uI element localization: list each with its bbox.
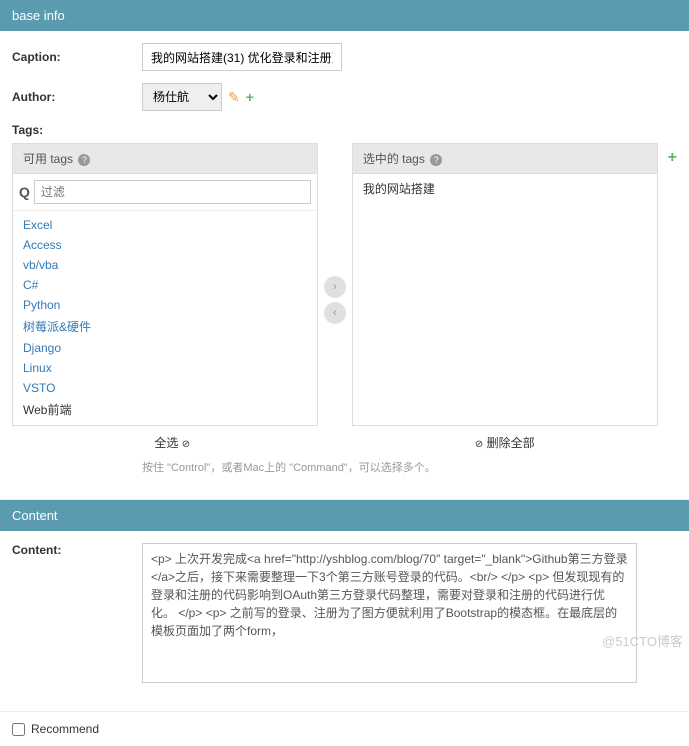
caption-label: Caption: <box>12 50 142 64</box>
recommend-row: Recommend <box>0 712 689 746</box>
available-tags-header: 可用 tags ? <box>12 143 318 173</box>
content-header: Content <box>0 500 689 531</box>
tag-item[interactable]: VSTO <box>13 378 317 398</box>
selected-tags-box: 我的网站搭建 <box>352 173 658 426</box>
recommend-label: Recommend <box>31 722 99 736</box>
select-all-label: 全选 <box>154 436 178 450</box>
base-info-body: Caption: Author: 杨仕航 ✎ + Tags: 可用 tags ?… <box>0 31 689 495</box>
available-tags-list[interactable]: ExcelAccessvb/vbaC#Python树莓派&硬件DjangoLin… <box>13 211 317 425</box>
content-textarea[interactable]: <p> 上次开发完成<a href="http://yshblog.com/bl… <box>142 543 637 683</box>
selected-tags-column: 选中的 tags ? 我的网站搭建 <box>352 143 658 426</box>
tag-item[interactable]: Python <box>13 295 317 315</box>
plus-icon[interactable]: + <box>246 89 254 105</box>
selected-tag-item[interactable]: 我的网站搭建 <box>363 180 647 197</box>
filter-input[interactable] <box>34 180 311 204</box>
selected-tags-header: 选中的 tags ? <box>352 143 658 173</box>
help-icon[interactable]: ? <box>78 154 90 166</box>
select-all-button[interactable]: 全选 ⊘ <box>154 434 190 451</box>
multiselect-hint: 按住 "Control"，或者Mac上的 "Command"，可以选择多个。 <box>12 455 677 483</box>
caption-row: Caption: <box>12 43 677 71</box>
content-row: Content: <p> 上次开发完成<a href="http://yshbl… <box>12 543 677 683</box>
tags-label: Tags: <box>12 123 677 137</box>
tag-item[interactable]: Linux <box>13 358 317 378</box>
selected-tags-title: 选中的 tags <box>363 152 425 166</box>
pencil-icon[interactable]: ✎ <box>228 89 240 106</box>
tag-item[interactable]: Web前端 <box>13 398 317 421</box>
available-tags-box: Q ExcelAccessvb/vbaC#Python树莓派&硬件DjangoL… <box>12 173 318 426</box>
tag-item[interactable]: Django <box>13 338 317 358</box>
add-tag-icon[interactable]: + <box>664 143 677 167</box>
filter-row: Q <box>13 174 317 211</box>
author-select[interactable]: 杨仕航 <box>142 83 222 111</box>
remove-all-label: 删除全部 <box>487 436 535 450</box>
author-label: Author: <box>12 90 142 104</box>
tag-item[interactable]: 树莓派&硬件 <box>13 315 317 338</box>
selected-tags-list[interactable]: 我的网站搭建 <box>353 174 657 203</box>
remove-all-button[interactable]: ⊘ 删除全部 <box>475 434 535 451</box>
author-row: Author: 杨仕航 ✎ + <box>12 83 677 111</box>
content-body: Content: <p> 上次开发完成<a href="http://yshbl… <box>0 531 689 707</box>
move-right-button[interactable]: › <box>324 276 346 298</box>
chevron-right-icon: ⊘ <box>182 439 190 450</box>
search-icon: Q <box>19 184 30 200</box>
transfer-buttons: › ‹ <box>324 143 346 426</box>
tag-item[interactable]: C# <box>13 275 317 295</box>
chevron-left-icon: ⊘ <box>475 439 483 450</box>
available-tags-column: 可用 tags ? Q ExcelAccessvb/vbaC#Python树莓派… <box>12 143 318 426</box>
tags-footer: 全选 ⊘ ⊘ 删除全部 <box>12 426 677 455</box>
tag-item[interactable]: Access <box>13 235 317 255</box>
tag-item[interactable]: Excel <box>13 215 317 235</box>
caption-input[interactable] <box>142 43 342 71</box>
available-tags-title: 可用 tags <box>23 152 73 166</box>
base-info-header: base info <box>0 0 689 31</box>
content-label: Content: <box>12 543 142 557</box>
tag-item[interactable]: vb/vba <box>13 255 317 275</box>
watermark: @51CTO博客 <box>602 631 683 650</box>
recommend-checkbox[interactable] <box>12 723 25 736</box>
move-left-button[interactable]: ‹ <box>324 302 346 324</box>
tags-selector: 可用 tags ? Q ExcelAccessvb/vbaC#Python树莓派… <box>12 143 677 426</box>
help-icon[interactable]: ? <box>430 154 442 166</box>
